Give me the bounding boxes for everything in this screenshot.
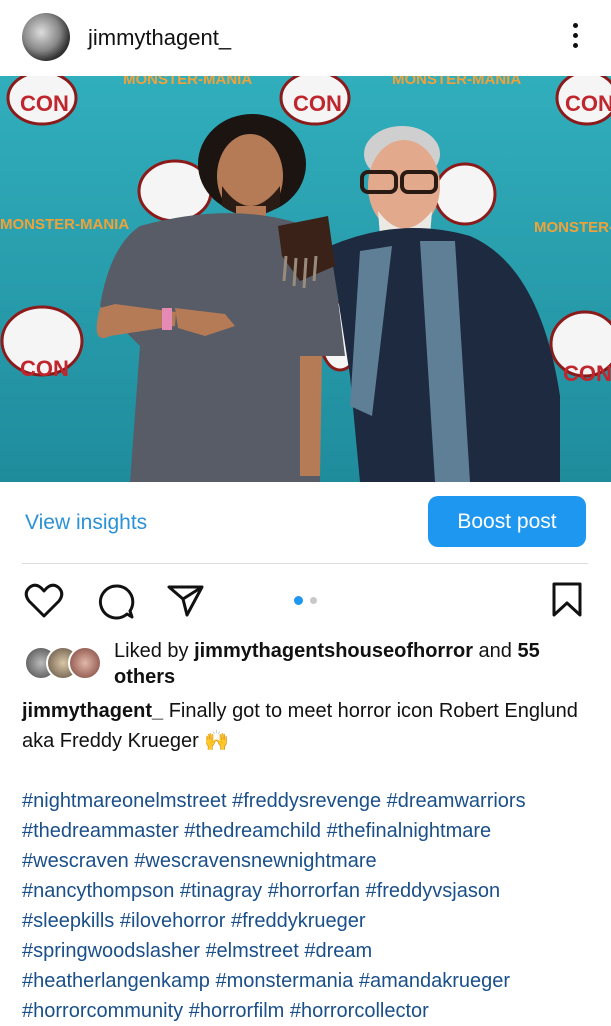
like-count[interactable]: 55 [517, 640, 539, 662]
liker-avatars [24, 646, 104, 680]
hashtag-line[interactable]: #wescraven #wescravensnewnightmare [22, 846, 602, 876]
logo-text: CON [563, 361, 611, 386]
likes-text: Liked by jimmythagentshouseofhorror and … [114, 640, 540, 688]
logo-text: CON [20, 356, 69, 381]
action-bar [0, 575, 611, 625]
boost-post-button[interactable]: Boost post [428, 496, 586, 547]
hashtag-line[interactable]: #nightmareonelmstreet #freddysrevenge #d… [22, 786, 602, 816]
view-insights-link[interactable]: View insights [25, 511, 147, 535]
more-options-icon[interactable] [566, 20, 586, 52]
share-icon[interactable] [166, 583, 206, 619]
hashtag-line[interactable]: #horrorcommunity #horrorfilm #horrorcoll… [22, 996, 602, 1026]
carousel-dot-active [294, 596, 303, 605]
hashtag-line[interactable]: #heatherlangenkamp #monstermania #amanda… [22, 966, 602, 996]
bookmark-icon[interactable] [550, 581, 584, 619]
likes-row[interactable]: Liked by jimmythagentshouseofhorror and … [24, 638, 594, 690]
backdrop-text: MONSTER-MANIA [123, 76, 252, 88]
logo-text: CON [293, 91, 342, 116]
liker-name[interactable]: jimmythagentshouseofhorror [194, 640, 473, 662]
hashtag-line[interactable]: #springwoodslasher #elmstreet #dream [22, 936, 602, 966]
carousel-dot [310, 597, 317, 604]
hashtags: #nightmareonelmstreet #freddysrevenge #d… [22, 786, 602, 1026]
caption-author[interactable]: jimmythagent_ [22, 700, 163, 722]
hashtag-line[interactable]: #sleepkills #ilovehorror #freddykrueger [22, 906, 602, 936]
divider [22, 563, 588, 564]
hashtag-line[interactable]: #nancythompson #tinagray #horrorfan #fre… [22, 876, 602, 906]
post-photo[interactable]: MONSTER-MANIA MONSTER-MANIA MONSTER-MANI… [0, 76, 611, 482]
post-header: jimmythagent_ [0, 0, 611, 76]
logo-text: CON [20, 91, 69, 116]
backdrop-text: MONSTER-MANIA [392, 76, 521, 88]
backdrop-text: MONSTER-MANIA [534, 219, 611, 236]
comment-icon[interactable] [96, 583, 136, 621]
heart-icon[interactable] [24, 583, 64, 619]
avatar[interactable] [22, 13, 70, 61]
caption: jimmythagent_ Finally got to meet horror… [22, 696, 592, 756]
logo-text: CON [565, 91, 611, 116]
username[interactable]: jimmythagent_ [88, 25, 231, 51]
hashtag-line[interactable]: #thedreammaster #thedreamchild #thefinal… [22, 816, 602, 846]
backdrop-text: MONSTER-MANIA [0, 216, 129, 233]
